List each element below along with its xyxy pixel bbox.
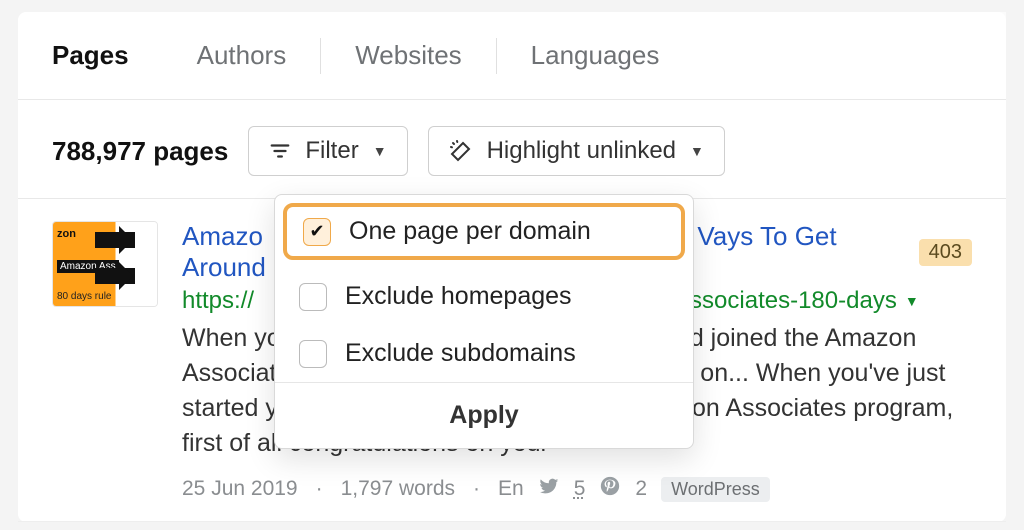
checkbox-checked-icon[interactable] (303, 218, 331, 246)
tab-languages[interactable]: Languages (497, 12, 694, 100)
filter-option-exclude-homepages[interactable]: Exclude homepages (275, 268, 693, 325)
tabs-bar: Pages Authors Websites Languages (18, 12, 1006, 100)
twitter-count[interactable]: 5 (574, 477, 586, 501)
toolbar: 788,977 pages Filter ▼ Highlight unlinke… (18, 100, 1006, 198)
result-word-count: 1,797 words (341, 477, 455, 501)
tab-authors[interactable]: Authors (163, 12, 321, 100)
result-language: En (498, 477, 524, 501)
tab-label: Websites (355, 40, 461, 71)
thumb-text: 80 days rule (57, 291, 111, 302)
caret-down-icon[interactable]: ▼ (905, 293, 919, 309)
result-thumbnail[interactable]: zon Amazon Ass 80 days rule (52, 221, 158, 307)
dot-separator (469, 477, 484, 501)
pinterest-icon[interactable] (599, 475, 621, 503)
url-left: https:// (182, 287, 254, 315)
twitter-icon[interactable] (538, 475, 560, 503)
apply-label: Apply (449, 401, 518, 429)
result-date: 25 Jun 2019 (182, 477, 298, 501)
filter-option-one-per-domain[interactable]: One page per domain (283, 203, 685, 260)
title-left: Amazo (182, 221, 263, 251)
arrow-icon (95, 268, 135, 284)
checkbox-icon[interactable] (299, 283, 327, 311)
url-right: ssociates-180-days (690, 287, 897, 315)
tab-label: Pages (52, 40, 129, 71)
content-card: Pages Authors Websites Languages 788,977… (18, 12, 1006, 522)
highlight-label: Highlight unlinked (487, 137, 676, 165)
platform-tag: WordPress (661, 477, 770, 502)
pinterest-count[interactable]: 2 (635, 477, 647, 501)
caret-down-icon: ▼ (373, 143, 387, 159)
tab-pages[interactable]: Pages (18, 12, 163, 100)
filter-icon (269, 140, 291, 162)
filter-button[interactable]: Filter ▼ (248, 126, 407, 176)
filter-option-exclude-subdomains[interactable]: Exclude subdomains (275, 325, 693, 382)
arrow-icon (95, 232, 135, 248)
thumb-text: zon (57, 228, 76, 240)
magic-wand-icon (449, 139, 473, 163)
checkbox-icon[interactable] (299, 340, 327, 368)
tab-websites[interactable]: Websites (321, 12, 495, 100)
option-label: Exclude subdomains (345, 339, 576, 368)
option-label: One page per domain (349, 217, 591, 246)
caret-down-icon: ▼ (690, 143, 704, 159)
tab-label: Authors (197, 40, 287, 71)
highlight-unlinked-button[interactable]: Highlight unlinked ▼ (428, 126, 725, 176)
filter-dropdown: One page per domain Exclude homepages Ex… (274, 194, 694, 449)
apply-button[interactable]: Apply (275, 382, 693, 448)
filter-label: Filter (305, 137, 358, 165)
results-count: 788,977 pages (52, 136, 228, 167)
result-meta: 25 Jun 2019 1,797 words En 5 2 WordPress (182, 475, 972, 503)
option-label: Exclude homepages (345, 282, 572, 311)
tab-label: Languages (531, 40, 660, 71)
status-badge: 403 (919, 239, 972, 266)
dot-separator (312, 477, 327, 501)
